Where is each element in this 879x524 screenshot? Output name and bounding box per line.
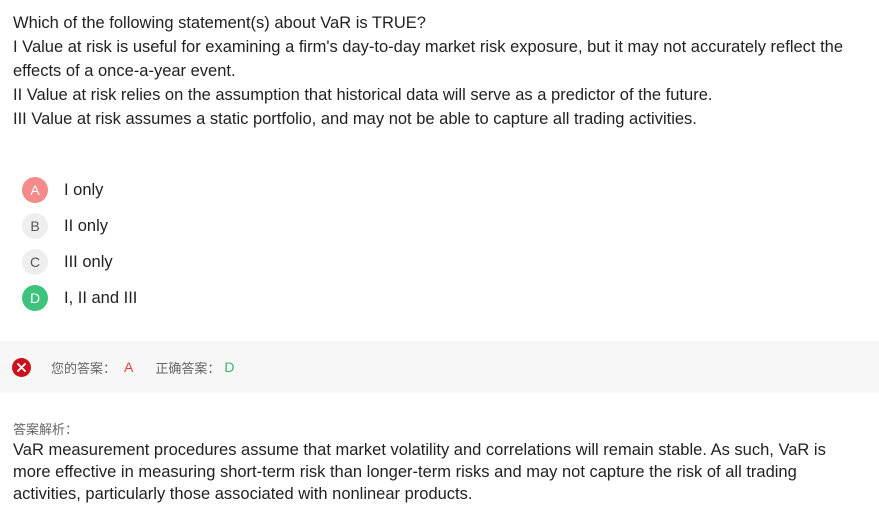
options-list: A I only B II only C III only D I, II an… [22,172,137,316]
option-c-text: III only [64,252,113,271]
explanation-text: VaR measurement procedures assume that m… [13,441,826,503]
option-d[interactable]: D I, II and III [22,280,137,316]
statement-2: II Value at risk relies on the assumptio… [13,86,713,104]
question-block: Which of the following statement(s) abou… [13,11,863,131]
option-c[interactable]: C III only [22,244,137,280]
option-d-text: I, II and III [64,288,138,307]
correct-answer-value: D [224,359,235,375]
option-b-text: II only [64,216,109,235]
option-a-badge: A [22,177,48,203]
option-b-badge: B [22,213,48,239]
option-a-text: I only [64,180,104,199]
option-a[interactable]: A I only [22,172,137,208]
x-circle-icon [12,357,31,377]
option-c-badge: C [22,249,48,275]
statement-3: III Value at risk assumes a static portf… [13,110,697,128]
your-answer-value: A [124,359,134,375]
option-b[interactable]: B II only [22,208,137,244]
answer-result-bar: 您的答案： A 正确答案： D [0,341,879,393]
statement-1: I Value at risk is useful for examining … [13,38,844,80]
correct-answer-label: 正确答案： [155,360,221,376]
your-answer-label: 您的答案： [51,360,117,376]
question-stem: Which of the following statement(s) abou… [13,14,426,32]
option-d-badge: D [22,285,48,311]
explanation-label: 答案解析： [13,422,79,437]
